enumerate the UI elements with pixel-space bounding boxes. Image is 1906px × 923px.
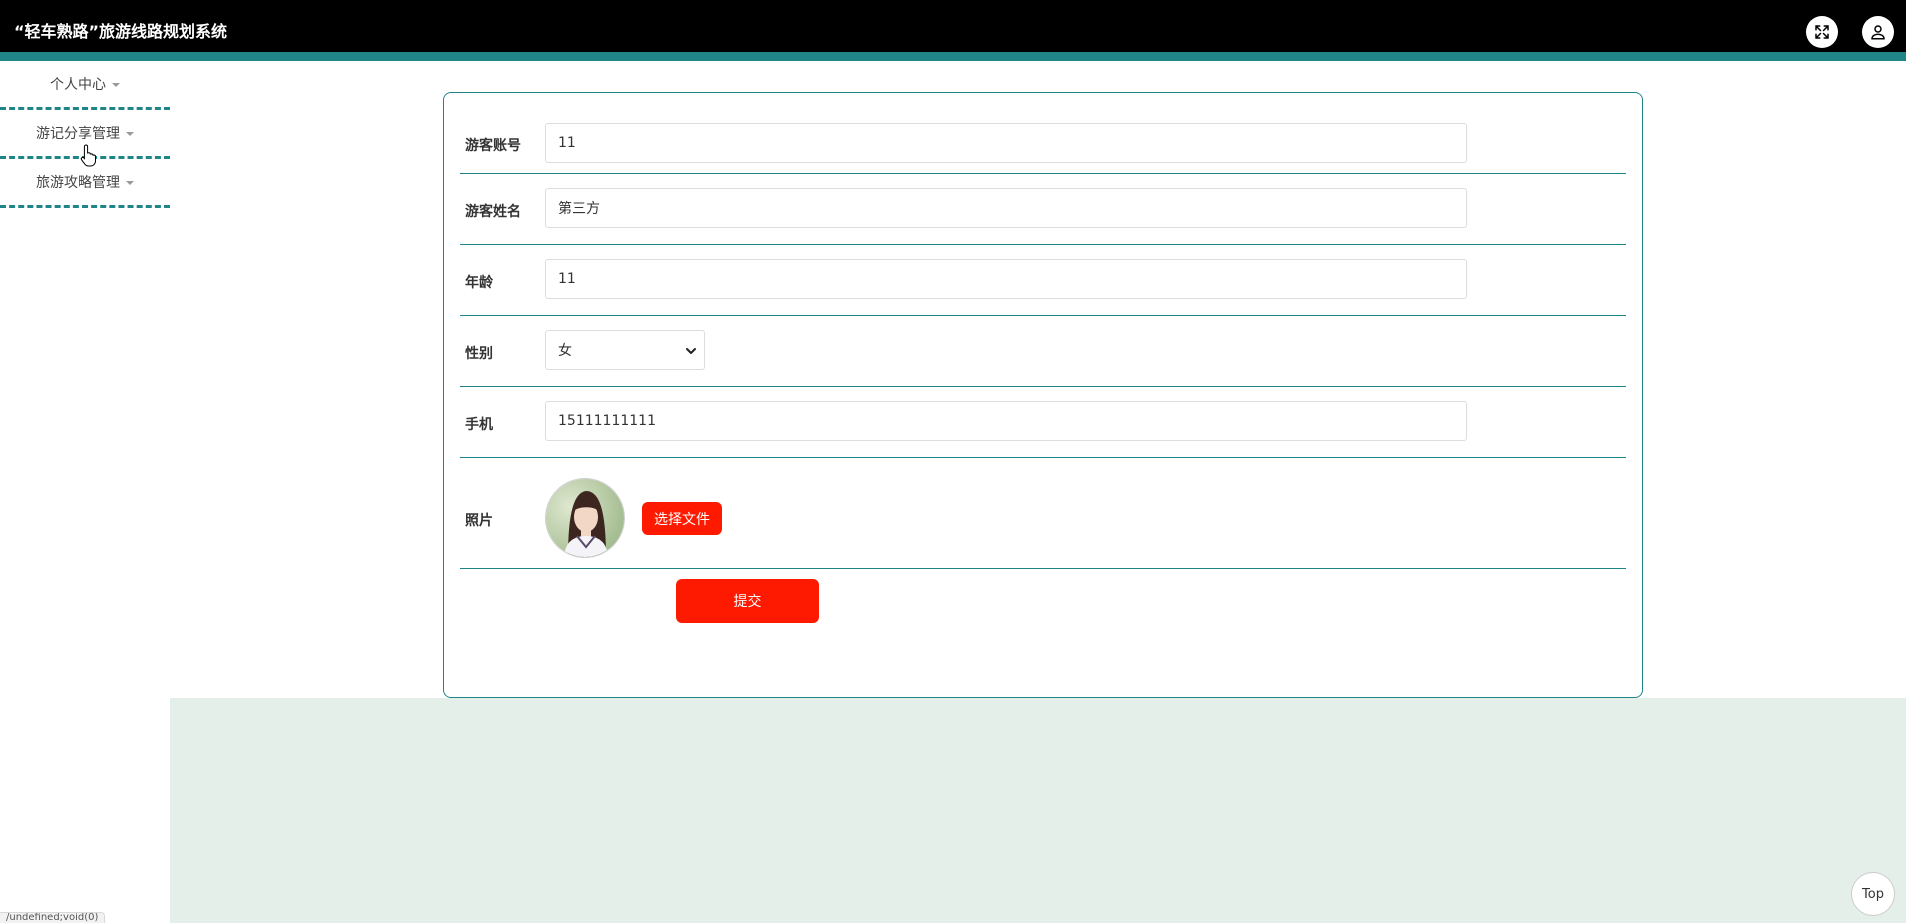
age-input[interactable] (545, 259, 1467, 299)
form-row-name: 游客姓名 (460, 174, 1626, 245)
avatar-photo (545, 478, 625, 558)
age-label: 年龄 (465, 275, 493, 291)
caret-down-icon (126, 132, 134, 136)
sidebar: 个人中心 游记分享管理 旅游攻略管理 (0, 61, 170, 208)
content-background (170, 698, 1906, 923)
name-input[interactable] (545, 188, 1467, 228)
name-label: 游客姓名 (465, 204, 521, 220)
form-row-age: 年龄 (460, 245, 1626, 316)
status-bar-url: /undefined;void(0) (0, 912, 106, 923)
header-accent-stripe (0, 52, 1906, 61)
caret-down-icon (126, 181, 134, 185)
chevron-down-icon (686, 348, 696, 354)
profile-form-panel: 游客账号 游客姓名 年龄 性别 女 手机 照片 (443, 92, 1643, 698)
fullscreen-icon (1815, 25, 1829, 39)
sidebar-item-personal-center[interactable]: 个人中心 (0, 61, 170, 110)
hand-cursor-icon (80, 144, 96, 167)
submit-button[interactable]: 提交 (676, 579, 819, 623)
phone-label: 手机 (465, 417, 493, 433)
user-icon (1871, 25, 1885, 40)
gender-select[interactable]: 女 (545, 330, 705, 370)
gender-selected-value: 女 (558, 343, 572, 359)
form-row-photo: 照片 选择文件 (460, 458, 1626, 569)
fullscreen-button[interactable] (1806, 16, 1838, 48)
form-row-gender: 性别 女 (460, 316, 1626, 387)
top-bar: “轻车熟路”旅游线路规划系统 (0, 0, 1906, 52)
choose-file-button[interactable]: 选择文件 (642, 502, 722, 535)
sidebar-item-label: 旅游攻略管理 (36, 175, 120, 191)
phone-input[interactable] (545, 401, 1467, 441)
account-label: 游客账号 (465, 138, 521, 154)
sidebar-item-label: 个人中心 (50, 77, 106, 93)
portrait-image-icon (546, 479, 624, 557)
back-to-top-button[interactable]: Top (1851, 872, 1895, 916)
caret-down-icon (112, 83, 120, 87)
form-row-account: 游客账号 (460, 93, 1626, 174)
account-input[interactable] (545, 123, 1467, 163)
sidebar-item-label: 游记分享管理 (36, 126, 120, 142)
gender-label: 性别 (465, 346, 493, 362)
photo-label: 照片 (465, 513, 493, 529)
form-row-phone: 手机 (460, 387, 1626, 458)
app-title: “轻车熟路”旅游线路规划系统 (14, 22, 228, 41)
user-button[interactable] (1862, 16, 1894, 48)
